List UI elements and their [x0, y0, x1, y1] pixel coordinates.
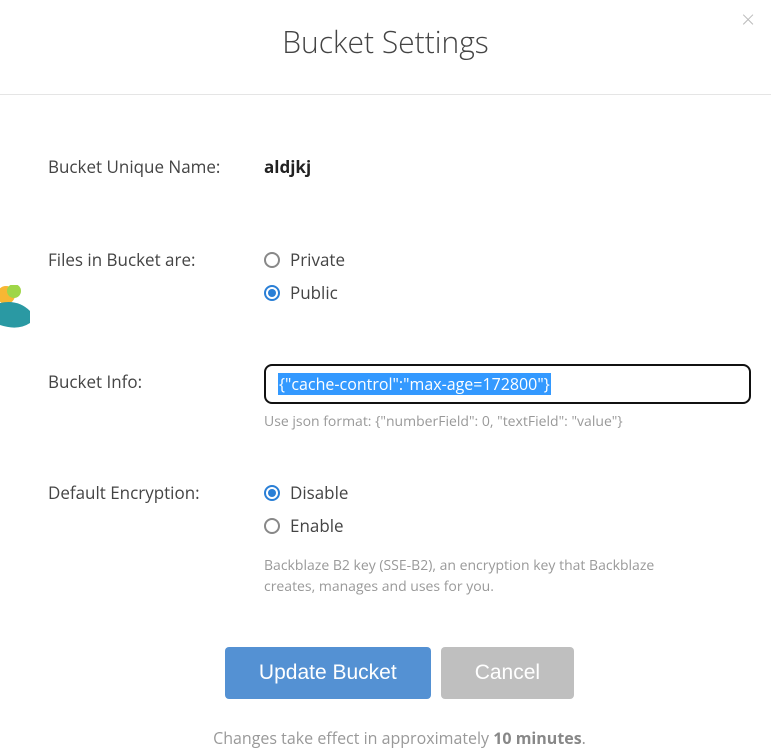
radio-icon[interactable] [264, 252, 280, 268]
bucket-name-label: Bucket Unique Name: [48, 155, 264, 178]
settings-form: Bucket Unique Name: aldjkj Files in Buck… [0, 95, 771, 749]
encryption-disable-label: Disable [290, 481, 348, 504]
row-bucket-info: Bucket Info: {"cache-control":"max-age=1… [48, 364, 751, 431]
row-bucket-name: Bucket Unique Name: aldjkj [48, 155, 751, 178]
bucket-info-value-selected: {"cache-control":"max-age=172800"} [278, 373, 551, 395]
privacy-public-label: Public [290, 281, 338, 304]
footer-strong: 10 minutes [493, 727, 581, 749]
modal-title: Bucket Settings [20, 21, 751, 62]
encryption-helper: Backblaze B2 key (SSE-B2), an encryption… [264, 555, 694, 597]
privacy-label: Files in Bucket are: [48, 248, 264, 271]
footer-post: . [582, 727, 586, 749]
action-buttons: Update Bucket Cancel [48, 647, 751, 699]
bucket-info-helper: Use json format: {"numberField": 0, "tex… [264, 412, 751, 431]
encryption-option-disable[interactable]: Disable [264, 481, 694, 504]
bucket-info-input[interactable]: {"cache-control":"max-age=172800"} [264, 364, 751, 404]
privacy-option-public[interactable]: Public [264, 281, 345, 304]
modal-header: × Bucket Settings [0, 0, 771, 95]
radio-icon[interactable] [264, 518, 280, 534]
row-encryption: Default Encryption: Disable Enable Backb… [48, 481, 751, 597]
cancel-button[interactable]: Cancel [441, 647, 574, 699]
update-bucket-button[interactable]: Update Bucket [225, 647, 431, 699]
privacy-private-label: Private [290, 248, 345, 271]
radio-icon[interactable] [264, 285, 280, 301]
privacy-radio-group: Private Public [264, 248, 345, 304]
radio-icon[interactable] [264, 485, 280, 501]
footer-pre: Changes take effect in approximately [213, 727, 493, 749]
row-privacy: Files in Bucket are: Private Public [48, 248, 751, 304]
encryption-radio-group: Disable Enable Backblaze B2 key (SSE-B2)… [264, 481, 694, 597]
encryption-option-enable[interactable]: Enable [264, 514, 694, 537]
bucket-info-label: Bucket Info: [48, 364, 264, 393]
bucket-settings-modal: × Bucket Settings Bucket Unique Name: al… [0, 0, 771, 749]
bucket-name-value: aldjkj [264, 155, 311, 178]
encryption-label: Default Encryption: [48, 481, 264, 504]
decorative-graphic [0, 285, 30, 331]
privacy-option-private[interactable]: Private [264, 248, 345, 271]
bucket-info-input-wrap: {"cache-control":"max-age=172800"} Use j… [264, 364, 751, 431]
encryption-enable-label: Enable [290, 514, 344, 537]
footer-note: Changes take effect in approximately 10 … [48, 727, 751, 749]
close-icon[interactable]: × [741, 8, 755, 32]
